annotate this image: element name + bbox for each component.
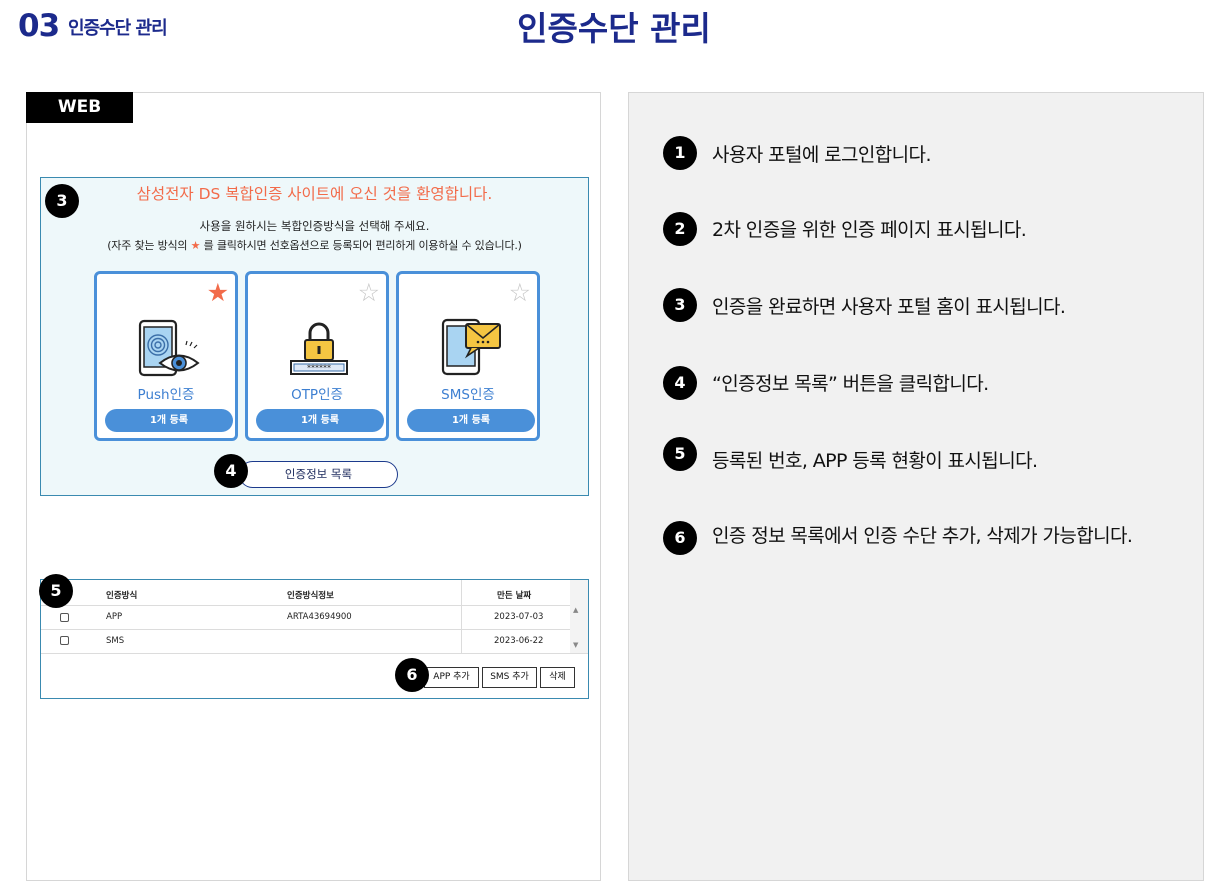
favorite-hint-text: (자주 찾는 방식의 ★ 를 클릭하시면 선호옵션으로 등록되어 편리하게 이용… [40,237,589,253]
table-column-divider [461,580,462,653]
favorite-star-icon[interactable]: ☆ [358,280,380,305]
delete-button[interactable]: 삭제 [540,667,575,688]
table-cell-method: SMS [106,636,125,646]
register-count-button[interactable]: 1개 등록 [256,409,384,432]
auth-card-name: Push인증 [137,387,195,403]
auth-info-list-button[interactable]: 인증정보 목록 [239,461,398,488]
column-header-date: 만든 날짜 [497,591,532,601]
step-text: 2차 인증을 위한 인증 페이지 표시됩니다. [712,219,1027,241]
add-app-button[interactable]: APP 추가 [424,667,479,688]
step-badge: 2 [663,212,697,246]
step-text: 사용자 포털에 로그인합니다. [712,144,931,166]
register-count-button[interactable]: 1개 등록 [105,409,233,432]
step-text: 인증 정보 목록에서 인증 수단 추가, 삭제가 가능합니다. [712,525,1133,547]
callout-badge-6: 6 [395,658,429,692]
hint-after: 를 클릭하시면 선호옵션으로 등록되어 편리하게 이용하실 수 있습니다.) [200,239,522,252]
callout-badge-4: 4 [214,454,248,488]
table-cell-date: 2023-07-03 [494,612,544,622]
table-header-divider [41,605,570,606]
phone-message-icon [441,318,501,376]
page-title-text: 인증수단 관리 [517,9,711,48]
favorite-star-icon[interactable]: ☆ [509,280,531,305]
row-checkbox[interactable] [60,636,69,645]
hint-before: (자주 찾는 방식의 [107,239,191,252]
add-sms-button[interactable]: SMS 추가 [482,667,537,688]
auth-card-name: SMS인증 [441,387,495,403]
hint-star-icon: ★ [190,239,201,252]
table-cell-method: APP [106,612,123,622]
step-badge: 4 [663,366,697,400]
callout-badge-5: 5 [39,574,73,608]
step-text: 등록된 번호, APP 등록 현황이 표시됩니다. [712,450,1038,472]
table-cell-info: ARTA43694900 [287,612,352,622]
step-badge: 5 [663,437,697,471]
table-row-divider [41,629,570,630]
favorite-star-icon[interactable]: ★ [207,280,229,305]
column-header-info: 인증방식정보 [287,591,334,601]
svg-text:******: ****** [307,364,331,373]
page-title: 인증수단 관리 [0,2,1228,50]
scroll-up-icon[interactable]: ▲ [573,606,578,614]
padlock-otp-icon: ****** [290,322,348,375]
step-text: “인증정보 목록” 버튼을 클릭합니다. [712,373,989,395]
auth-card-sms[interactable]: ☆ SMS인증 1개 등록 [396,271,540,441]
step-badge: 6 [663,521,697,555]
fingerprint-phone-icon [138,319,200,377]
table-cell-date: 2023-06-22 [494,636,544,646]
step-badge: 3 [663,288,697,322]
welcome-message: 삼성전자 DS 복합인증 사이트에 오신 것을 환영합니다. [136,185,493,203]
column-header-method: 인증방식 [106,591,138,601]
step-badge: 1 [663,136,697,170]
instruction-text: 사용을 원하시는 복합인증방식을 선택해 주세요. [199,219,430,233]
web-tag: WEB [26,92,133,123]
register-count-button[interactable]: 1개 등록 [407,409,535,432]
scroll-down-icon[interactable]: ▼ [573,641,578,649]
step-text: 인증을 완료하면 사용자 포털 홈이 표시됩니다. [712,296,1066,318]
row-checkbox[interactable] [60,613,69,622]
auth-card-otp[interactable]: ☆ ****** OTP인증 1개 등록 [245,271,389,441]
auth-card-push[interactable]: ★ Push인증 1개 등록 [94,271,238,441]
table-bottom-divider [41,653,588,654]
auth-card-name: OTP인증 [291,387,343,403]
steps-panel [628,92,1204,881]
